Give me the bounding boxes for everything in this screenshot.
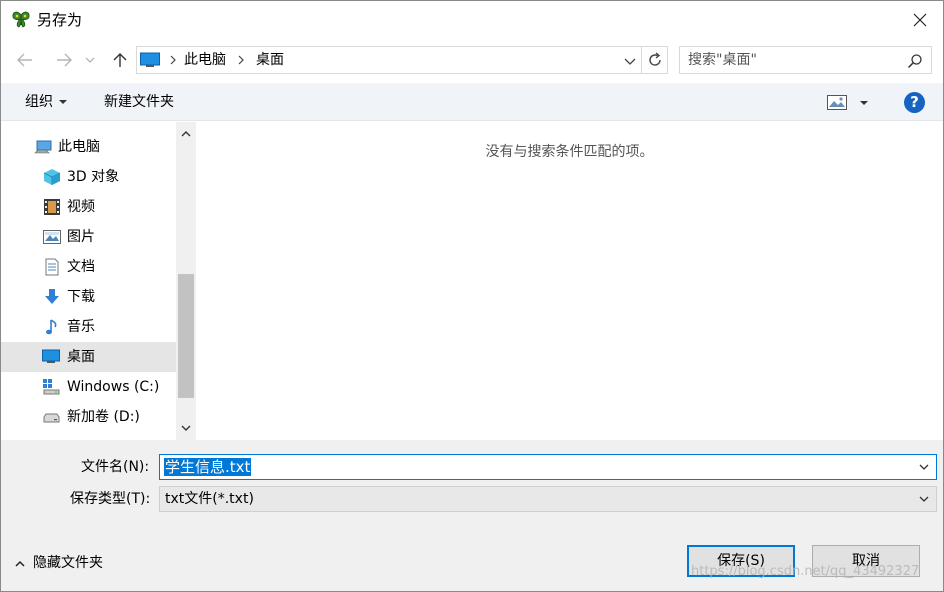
up-button[interactable] [107,47,133,73]
scroll-thumb[interactable] [178,274,194,398]
filename-label: 文件名(N): [81,459,150,475]
address-bar[interactable]: 此电脑 桌面 [136,46,668,74]
refresh-icon [648,52,661,66]
save-options-panel: 文件名(N): 学生信息.txt 保存类型(T): txt文件(*.txt) 隐… [1,440,943,591]
nav-label: 3D 对象 [67,169,120,185]
nav-label: 新加卷 (D:) [67,409,140,425]
nav-label: 桌面 [67,349,95,365]
breadcrumb-this-pc[interactable]: 此电脑 [184,51,226,69]
hide-folders-toggle[interactable]: 隐藏文件夹 [15,554,103,572]
address-dropdown-icon[interactable] [623,54,637,68]
command-bar: 组织 新建文件夹 ? [1,83,943,121]
nav-item-videos[interactable]: 视频 [1,192,176,222]
breadcrumb-desktop[interactable]: 桌面 [256,51,284,69]
hide-folders-label: 隐藏文件夹 [33,555,103,571]
chevron-down-icon [919,496,929,502]
refresh-button[interactable] [641,47,667,73]
chevron-up-icon [15,560,25,567]
filetype-label: 保存类型(T): [70,491,151,507]
save-as-dialog: 另存为 此电脑 桌面 组织 新建文件夹 [0,0,944,592]
desktop-icon [140,52,160,67]
empty-results-message: 没有与搜索条件匹配的项。 [485,144,654,160]
nav-item-pictures[interactable]: 图片 [1,222,176,252]
drive-c-icon [43,379,60,395]
nav-item-desktop[interactable]: 桌面 [1,342,176,372]
nav-label: Windows (C:) [67,379,160,395]
change-view-button[interactable] [827,94,871,112]
arrow-right-icon [57,53,72,67]
nav-label: 文档 [67,259,95,275]
scroll-down-button[interactable] [176,419,196,437]
pc-icon [34,140,52,154]
search-box[interactable] [679,46,932,74]
close-icon [913,13,927,27]
drive-d-icon [43,413,60,423]
nav-label: 此电脑 [58,139,100,155]
view-thumbnail-icon [827,95,847,110]
chevron-down-icon [85,57,95,63]
download-icon [45,289,59,304]
nav-item-music[interactable]: 音乐 [1,312,176,342]
search-input[interactable] [688,51,898,69]
back-button[interactable] [12,47,38,73]
organize-label: 组织 [25,94,53,110]
desktop-icon [42,349,60,363]
chevron-up-icon [181,130,191,136]
nav-item-drive-c[interactable]: Windows (C:) [1,372,176,402]
chevron-down-icon [181,425,191,431]
caret-down-icon [860,101,868,105]
cube-3d-icon [43,169,61,185]
nav-scrollbar[interactable] [176,122,196,440]
filetype-selected: txt文件(*.txt) [165,491,254,507]
organize-menu-button[interactable]: 组织 [25,93,67,111]
nav-item-this-pc[interactable]: 此电脑 [1,132,176,162]
nav-item-downloads[interactable]: 下载 [1,282,176,312]
file-list-area[interactable]: 没有与搜索条件匹配的项。 [196,122,943,440]
arrow-left-icon [17,53,32,67]
nav-label: 音乐 [67,319,95,335]
app-butterfly-icon [12,11,30,28]
new-folder-button[interactable]: 新建文件夹 [104,93,174,111]
help-button[interactable]: ? [904,92,925,113]
chevron-right-icon [238,55,244,65]
chevron-right-icon [170,55,176,65]
search-icon[interactable] [907,53,923,69]
filename-input-text[interactable]: 学生信息.txt [164,458,252,476]
nav-item-documents[interactable]: 文档 [1,252,176,282]
window-title: 另存为 [37,11,83,29]
arrow-up-icon [113,53,127,67]
forward-button[interactable] [51,47,77,73]
recent-locations-button[interactable] [81,47,99,73]
navigation-pane: 此电脑 3D 对象 视频 图片 文档 下载 音乐 桌面 Windows (C:)… [1,122,196,440]
close-button[interactable] [897,1,943,39]
music-icon [46,319,57,335]
document-icon [45,258,59,276]
nav-item-drive-d[interactable]: 新加卷 (D:) [1,402,176,432]
title-bar: 另存为 [1,1,943,39]
chevron-down-icon[interactable] [918,461,930,473]
caret-down-icon [59,100,67,104]
filetype-select[interactable]: txt文件(*.txt) [159,486,937,512]
nav-label: 图片 [67,229,95,245]
nav-item-3d-objects[interactable]: 3D 对象 [1,162,176,192]
pictures-icon [43,230,61,244]
video-icon [44,199,60,215]
nav-label: 下载 [67,289,95,305]
filename-combobox[interactable]: 学生信息.txt [159,454,937,480]
scroll-up-button[interactable] [176,124,196,142]
nav-label: 视频 [67,199,95,215]
watermark-text: https://blog.csdn.net/qq_43492327 [691,564,920,579]
